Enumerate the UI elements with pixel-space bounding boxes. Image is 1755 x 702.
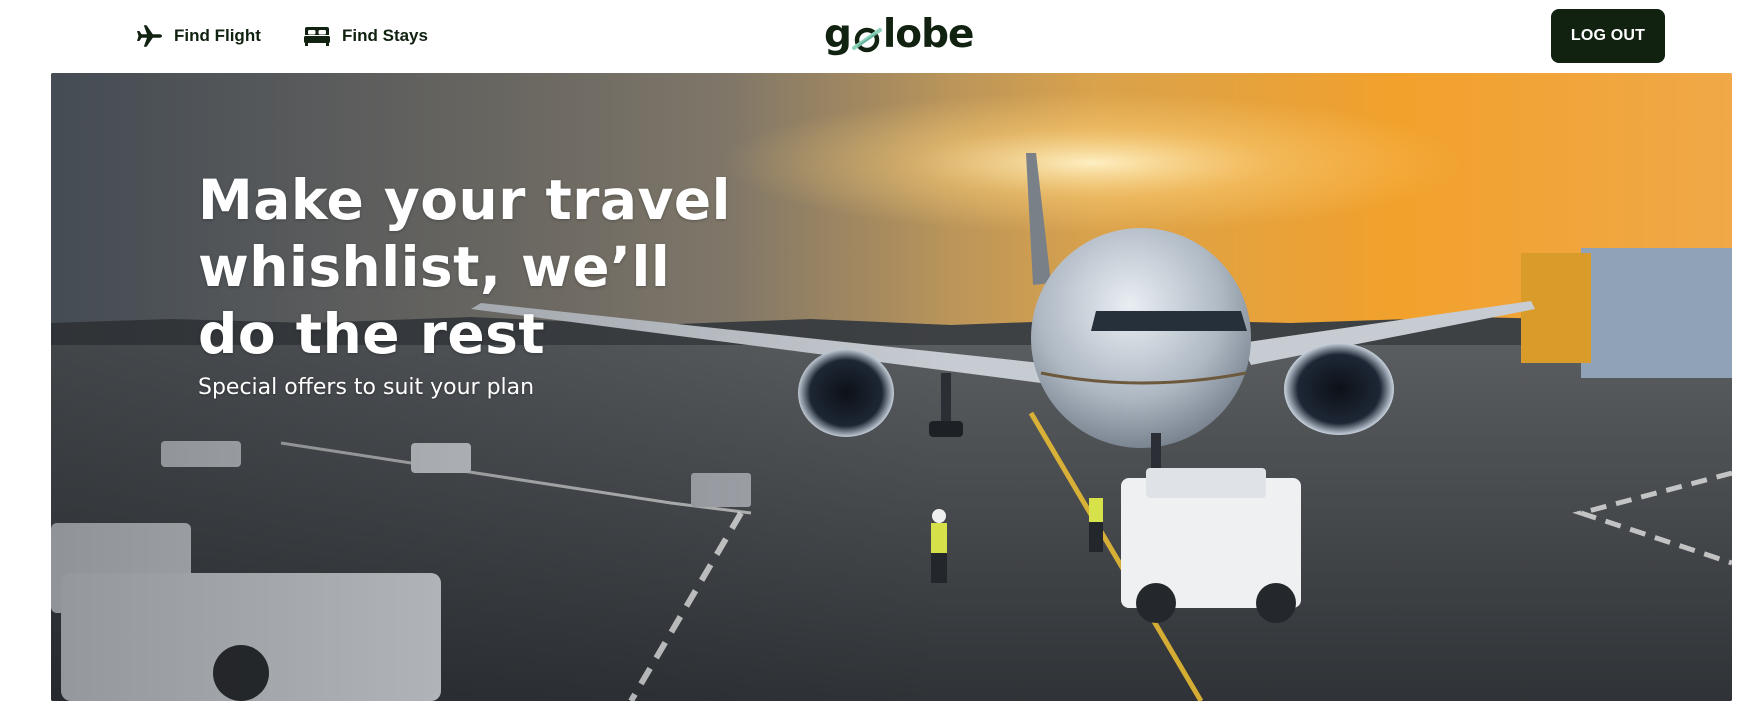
hero-banner: Make your travel whishlist, we’ll do the…: [51, 73, 1732, 701]
logo-wordmark: g lobe: [824, 11, 975, 57]
bed-icon: [302, 23, 332, 49]
find-flight-link[interactable]: Find Flight: [134, 20, 261, 52]
globe-icon: [851, 19, 882, 53]
golobe-logo[interactable]: g lobe: [824, 6, 975, 62]
top-navigation-bar: Find Flight Find Stays g lobe LOG OUT: [0, 0, 1755, 73]
find-flight-label: Find Flight: [174, 26, 261, 45]
find-stays-link[interactable]: Find Stays: [302, 20, 428, 52]
airplane-icon: [134, 23, 164, 49]
logo-text-start: g: [824, 11, 852, 57]
logo-text-end: lobe: [882, 11, 975, 57]
page: Find Flight Find Stays g lobe LOG OUT Ma…: [0, 0, 1755, 702]
hero-title: Make your travel whishlist, we’ll do the…: [198, 168, 731, 366]
find-stays-label: Find Stays: [342, 26, 428, 45]
logout-button[interactable]: LOG OUT: [1551, 9, 1665, 63]
hero-subtitle: Special offers to suit your plan: [198, 375, 535, 400]
